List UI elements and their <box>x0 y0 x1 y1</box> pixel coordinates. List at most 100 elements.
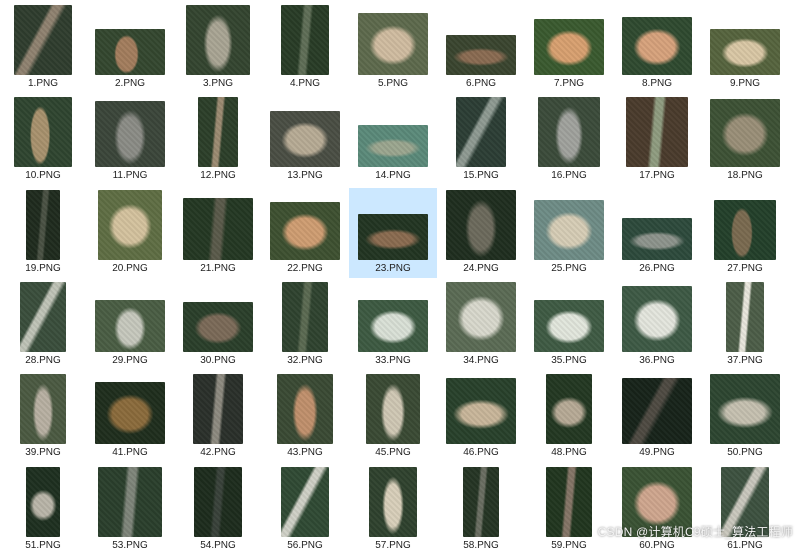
file-name-label: 17.PNG <box>639 170 675 181</box>
file-item[interactable]: 24.PNG <box>437 188 525 278</box>
file-item[interactable]: 1.PNG <box>0 3 87 93</box>
file-name-label: 41.PNG <box>112 447 148 458</box>
file-item[interactable]: 19.PNG <box>0 188 87 278</box>
file-item[interactable]: 12.PNG <box>174 95 262 185</box>
file-item[interactable]: 36.PNG <box>613 280 701 370</box>
file-item[interactable]: 33.PNG <box>349 280 437 370</box>
file-item[interactable]: 13.PNG <box>261 95 349 185</box>
file-item[interactable]: 10.PNG <box>0 95 87 185</box>
file-item[interactable]: 15.PNG <box>437 95 525 185</box>
file-thumbnail <box>95 382 165 444</box>
file-item[interactable]: 8.PNG <box>613 3 701 93</box>
thumbnail-texture <box>281 5 329 75</box>
file-item[interactable]: 54.PNG <box>174 465 262 555</box>
thumbnail-texture <box>358 300 428 352</box>
thumbnail-texture <box>358 214 428 260</box>
file-item[interactable]: 48.PNG <box>525 372 613 462</box>
file-item[interactable]: 59.PNG <box>525 465 613 555</box>
file-item[interactable]: 34.PNG <box>437 280 525 370</box>
file-item[interactable]: 32.PNG <box>261 280 349 370</box>
file-name-label: 3.PNG <box>202 78 233 89</box>
file-item[interactable]: 5.PNG <box>349 3 437 93</box>
file-item[interactable]: 4.PNG <box>261 3 349 93</box>
file-name-label: 56.PNG <box>287 540 323 551</box>
thumbnail-texture <box>622 378 692 444</box>
file-name-label: 11.PNG <box>112 170 148 181</box>
file-item[interactable]: 2.PNG <box>86 3 174 93</box>
file-item[interactable]: 53.PNG <box>86 465 174 555</box>
file-thumbnail <box>358 13 428 75</box>
thumbnail-texture <box>446 282 516 352</box>
file-thumbnail <box>534 19 604 75</box>
file-item[interactable]: 39.PNG <box>0 372 87 462</box>
file-grid: 1.PNG 2.PNG 3.PNG 4.PNG 5.PNG 6.PNG 7.PNG 8.PNG… <box>0 0 799 551</box>
file-name-label: 50.PNG <box>727 447 763 458</box>
file-explorer-view: { "items": [ {"name":"1.PNG","bg":"#2f3d… <box>0 0 799 551</box>
file-name-label: 22.PNG <box>287 263 323 274</box>
file-name-label: 19.PNG <box>25 263 61 274</box>
thumbnail-texture <box>622 17 692 75</box>
file-item[interactable]: 41.PNG <box>86 372 174 462</box>
thumbnail-texture <box>456 97 506 167</box>
file-item[interactable]: 61.PNG <box>701 465 789 555</box>
file-name-label: 54.PNG <box>200 540 236 551</box>
file-thumbnail <box>622 286 692 352</box>
file-item[interactable]: 51.PNG <box>0 465 87 555</box>
file-thumbnail <box>95 101 165 167</box>
file-item[interactable]: 7.PNG <box>525 3 613 93</box>
file-item[interactable]: 17.PNG <box>613 95 701 185</box>
file-thumbnail <box>726 282 764 352</box>
file-name-label: 2.PNG <box>114 78 145 89</box>
file-item[interactable]: 27.PNG <box>701 188 789 278</box>
file-item[interactable]: 28.PNG <box>0 280 87 370</box>
file-item[interactable]: 14.PNG <box>349 95 437 185</box>
file-item[interactable]: 16.PNG <box>525 95 613 185</box>
file-item[interactable]: 37.PNG <box>701 280 789 370</box>
file-name-label: 1.PNG <box>27 78 58 89</box>
file-item[interactable]: 46.PNG <box>437 372 525 462</box>
file-thumbnail <box>281 467 329 537</box>
file-thumbnail <box>193 374 243 444</box>
file-item[interactable]: 56.PNG <box>261 465 349 555</box>
file-item[interactable]: 45.PNG <box>349 372 437 462</box>
file-name-label: 32.PNG <box>287 355 323 366</box>
file-item[interactable]: 23.PNG <box>349 188 437 278</box>
file-thumbnail <box>456 97 506 167</box>
file-thumbnail <box>358 125 428 167</box>
file-item[interactable]: 60.PNG <box>613 465 701 555</box>
file-item[interactable]: 35.PNG <box>525 280 613 370</box>
file-name-label: 43.PNG <box>287 447 323 458</box>
file-thumbnail <box>95 29 165 75</box>
file-thumbnail <box>446 282 516 352</box>
file-name-label: 34.PNG <box>463 355 499 366</box>
file-name-label: 10.PNG <box>25 170 61 181</box>
thumbnail-texture <box>622 218 692 260</box>
file-item[interactable]: 22.PNG <box>261 188 349 278</box>
file-thumbnail <box>183 302 253 352</box>
file-item[interactable]: 57.PNG <box>349 465 437 555</box>
file-item[interactable]: 42.PNG <box>174 372 262 462</box>
file-item[interactable]: 9.PNG <box>701 3 789 93</box>
file-name-label: 46.PNG <box>463 447 499 458</box>
file-thumbnail <box>622 378 692 444</box>
file-thumbnail <box>281 5 329 75</box>
file-item[interactable]: 29.PNG <box>86 280 174 370</box>
file-item[interactable]: 26.PNG <box>613 188 701 278</box>
thumbnail-texture <box>281 467 329 537</box>
file-item[interactable]: 3.PNG <box>174 3 262 93</box>
file-item[interactable]: 30.PNG <box>174 280 262 370</box>
file-item[interactable]: 49.PNG <box>613 372 701 462</box>
file-item[interactable]: 25.PNG <box>525 188 613 278</box>
file-item[interactable]: 18.PNG <box>701 95 789 185</box>
file-item[interactable]: 50.PNG <box>701 372 789 462</box>
file-item[interactable]: 21.PNG <box>174 188 262 278</box>
file-item[interactable]: 20.PNG <box>86 188 174 278</box>
file-name-label: 53.PNG <box>112 540 148 551</box>
file-item[interactable]: 6.PNG <box>437 3 525 93</box>
file-item[interactable]: 11.PNG <box>86 95 174 185</box>
file-thumbnail <box>446 35 516 75</box>
file-thumbnail <box>714 200 776 260</box>
file-item[interactable]: 43.PNG <box>261 372 349 462</box>
file-item[interactable]: 58.PNG <box>437 465 525 555</box>
thumbnail-texture <box>193 374 243 444</box>
